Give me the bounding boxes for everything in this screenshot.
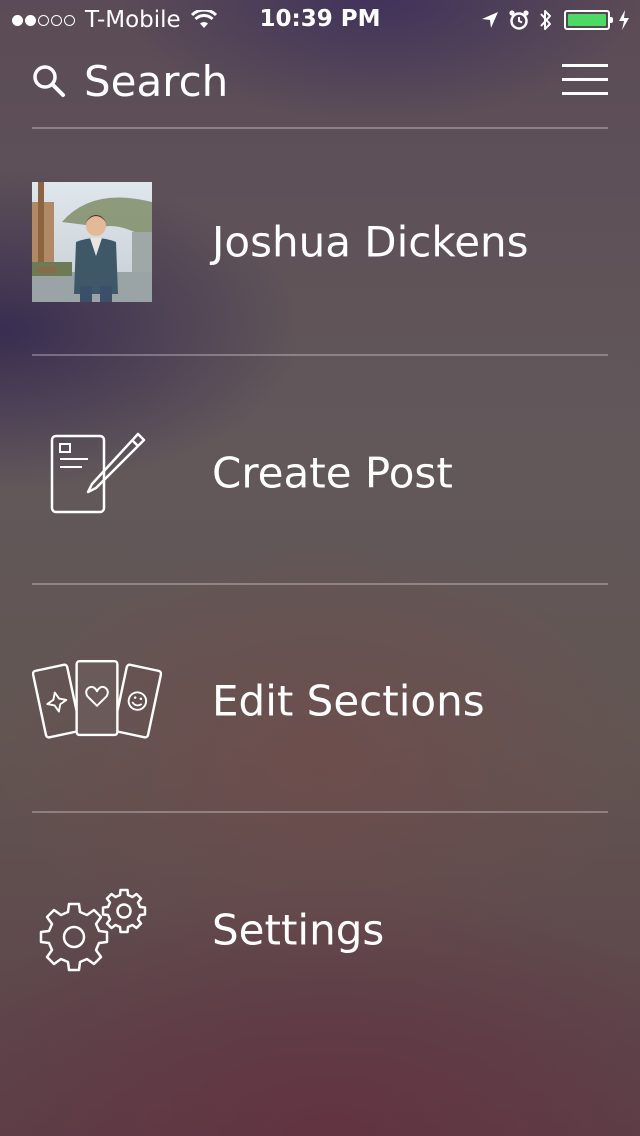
divider	[32, 583, 608, 585]
icon-container	[32, 383, 162, 563]
divider	[32, 811, 608, 813]
menu-item-profile[interactable]: Joshua Dickens	[32, 152, 608, 332]
search-button[interactable]: Search	[32, 50, 228, 112]
search-header: Search	[32, 50, 608, 112]
hamburger-menu-icon-bar	[562, 78, 608, 81]
avatar	[32, 182, 152, 302]
gears-icon	[39, 888, 147, 972]
bluetooth-icon	[540, 10, 551, 30]
menu-item-label: Edit Sections	[212, 676, 485, 726]
icon-container	[32, 840, 162, 1020]
alarm-icon	[509, 10, 529, 30]
location-arrow-icon	[482, 12, 498, 28]
hamburger-menu-icon-bar	[562, 64, 608, 67]
menu-item-label: Joshua Dickens	[212, 217, 529, 267]
avatar-container	[32, 152, 162, 332]
divider	[32, 127, 608, 129]
menu-item-create-post[interactable]: Create Post	[32, 383, 608, 563]
icon-container	[32, 611, 162, 791]
menu-item-edit-sections[interactable]: Edit Sections	[32, 611, 608, 791]
menu-item-label: Create Post	[212, 448, 453, 498]
status-right	[472, 8, 630, 32]
search-icon	[33, 65, 65, 97]
hamburger-menu-icon-bar	[562, 92, 608, 95]
compose-icon	[50, 432, 146, 514]
status-bar: T-Mobile 10:39 PM	[0, 0, 640, 40]
menu-item-label: Settings	[212, 905, 385, 955]
hamburger-menu-button[interactable]	[562, 62, 608, 98]
charging-bolt-icon	[619, 10, 629, 30]
battery-icon	[564, 10, 613, 30]
menu-item-settings[interactable]: Settings	[32, 840, 608, 1020]
divider	[32, 354, 608, 356]
battery-level	[568, 14, 606, 26]
battery-nub	[610, 17, 613, 23]
cards-icon	[32, 660, 162, 739]
search-label: Search	[84, 56, 229, 106]
